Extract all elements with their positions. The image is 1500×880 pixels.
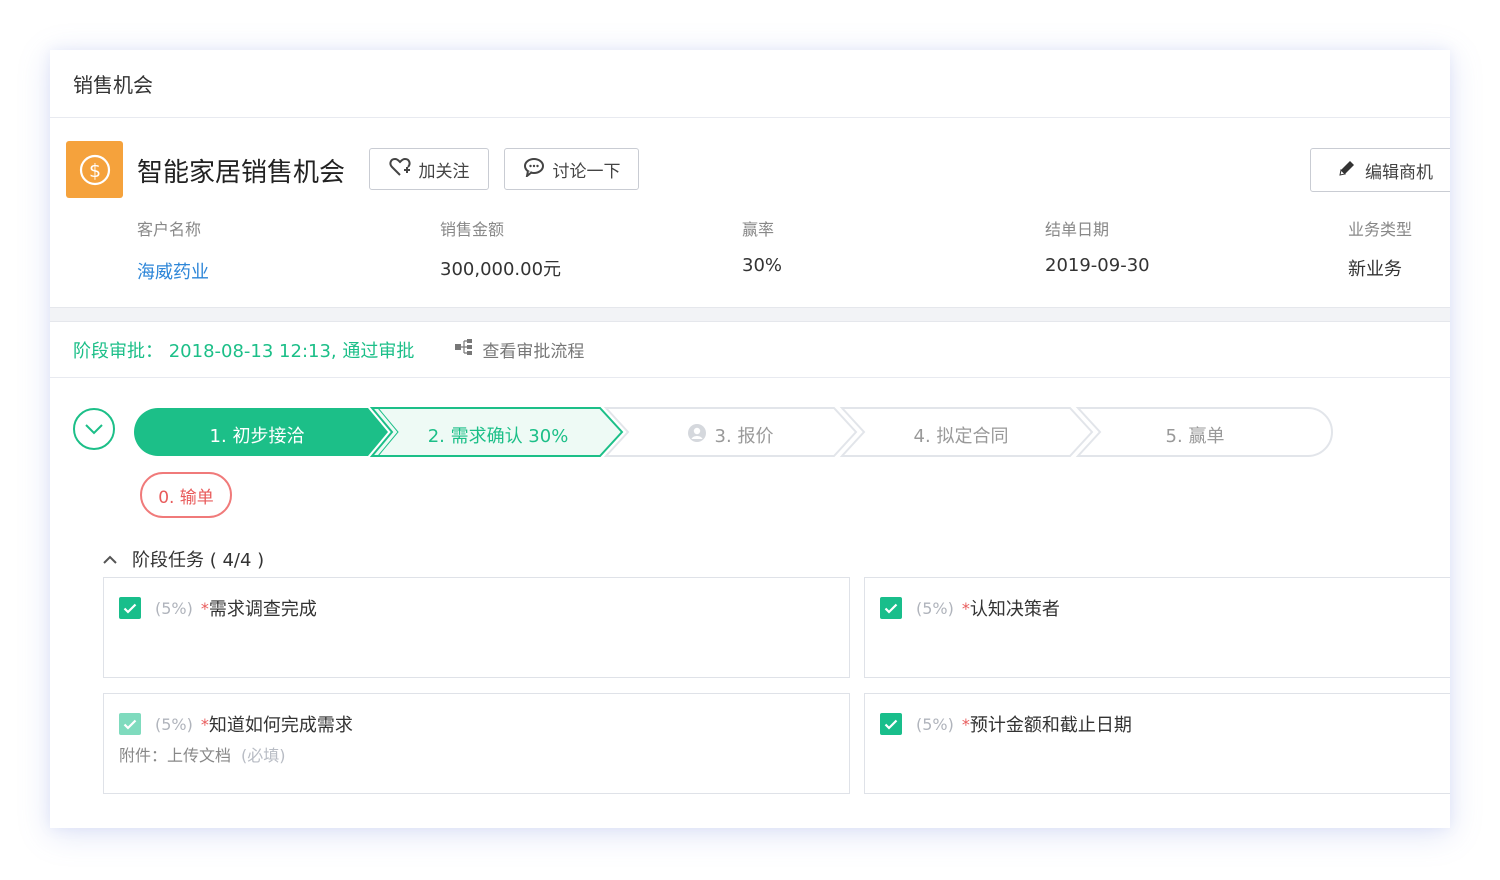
task-card: (5%) * 预计金额和截止日期 [864, 693, 1450, 794]
stage-2-label: 2. 需求确认 30% [427, 426, 569, 447]
task-checkbox[interactable] [880, 597, 902, 619]
required-mark: * [961, 714, 970, 734]
field-label: 业务类型 [1348, 220, 1413, 239]
field-business-type: 业务类型 新业务 [1348, 216, 1412, 281]
user-avatar-icon [687, 423, 707, 448]
flowchart-icon [454, 338, 474, 361]
task-checkbox[interactable] [880, 713, 902, 735]
chat-bubble-icon [523, 157, 545, 182]
chevron-up-icon [102, 549, 118, 570]
lost-stage-button[interactable]: 0. 输单 [140, 472, 232, 518]
task-name: 预计金额和截止日期 [969, 715, 1132, 736]
stage-approval-bar: 阶段审批： 2018-08-13 12:13, 通过审批 查看审批流程 [50, 322, 1450, 378]
opportunity-summary: $ 智能家居销售机会 加关注 讨论一下 编辑商机 客户名称 海威药业 销售金额 … [50, 118, 1450, 308]
task-card: (5%) * 需求调查完成 [103, 577, 850, 678]
task-weight: (5%) [916, 714, 954, 734]
field-value: 300,000.00元 [440, 259, 562, 280]
discuss-button-label: 讨论一下 [552, 161, 621, 182]
task-name: 认知决策者 [969, 599, 1060, 620]
pencil-icon [1337, 158, 1357, 183]
field-label: 客户名称 [137, 220, 202, 239]
field-customer: 客户名称 海威药业 [137, 216, 209, 284]
task-name: 知道如何完成需求 [208, 715, 353, 736]
task-weight: (5%) [916, 598, 954, 618]
field-win-rate: 赢率 30% [742, 216, 782, 276]
stage-3: 3. 报价 [670, 422, 790, 448]
task-checkbox[interactable] [119, 597, 141, 619]
task-name: 需求调查完成 [208, 599, 317, 620]
dollar-coin-icon: $ [66, 141, 123, 198]
stage-4-label: 4. 拟定合同 [913, 426, 1009, 447]
follow-button[interactable]: 加关注 [369, 148, 489, 190]
field-label: 结单日期 [1045, 220, 1110, 239]
attachment-required-note: (必填) [241, 746, 286, 765]
task-weight: (5%) [155, 714, 193, 734]
field-label: 销售金额 [440, 220, 505, 239]
field-value: 30% [742, 255, 783, 276]
collapse-stages-button[interactable] [73, 408, 115, 450]
view-approval-flow-link[interactable]: 查看审批流程 [454, 337, 584, 362]
task-weight: (5%) [155, 598, 193, 618]
follow-button-label: 加关注 [418, 161, 470, 182]
stage-progress: 1. 初步接洽 2. 需求确认 30% 3. 报价 4. 拟定合同 5. 赢单 … [50, 378, 1450, 543]
view-approval-flow-label: 查看审批流程 [482, 342, 585, 362]
edit-opportunity-button[interactable]: 编辑商机 [1310, 148, 1450, 192]
edit-button-label: 编辑商机 [1365, 162, 1433, 183]
required-mark: * [200, 714, 209, 734]
opportunity-panel: 销售机会 $ 智能家居销售机会 加关注 讨论一下 编辑商机 客户名称 海威药业 … [50, 50, 1450, 828]
heart-plus-icon [388, 157, 411, 182]
field-close-date: 结单日期 2019-09-30 [1045, 216, 1150, 276]
chevron-down-icon [84, 420, 104, 439]
page-title: 销售机会 [50, 50, 1450, 118]
stage-3-label: 3. 报价 [714, 426, 774, 447]
required-mark: * [200, 598, 209, 618]
stage-tasks-title: 阶段任务 ( 4/4 ) [132, 550, 265, 571]
task-attachment: 附件：上传文档 (必填) [119, 742, 286, 766]
section-divider [50, 308, 1450, 322]
stage-tasks-toggle[interactable]: 阶段任务 ( 4/4 ) [102, 546, 264, 572]
field-value: 新业务 [1348, 259, 1402, 280]
task-card: (5%) * 知道如何完成需求 附件：上传文档 (必填) [103, 693, 850, 794]
field-amount: 销售金额 300,000.00元 [440, 216, 561, 281]
field-value: 2019-09-30 [1045, 255, 1150, 276]
customer-link[interactable]: 海威药业 [137, 258, 209, 284]
required-mark: * [961, 598, 970, 618]
stage-5-label: 5. 赢单 [1165, 426, 1225, 447]
approval-status: 阶段审批： 2018-08-13 12:13, 通过审批 [73, 340, 415, 362]
discuss-button[interactable]: 讨论一下 [504, 148, 639, 190]
task-checkbox[interactable] [119, 713, 141, 735]
field-label: 赢率 [742, 220, 775, 239]
upload-document-link[interactable]: 附件：上传文档 [119, 746, 231, 765]
svg-text:$: $ [88, 160, 100, 182]
stage-1-label: 1. 初步接洽 [209, 426, 305, 447]
opportunity-title: 智能家居销售机会 [137, 158, 346, 188]
task-card: (5%) * 认知决策者 [864, 577, 1450, 678]
